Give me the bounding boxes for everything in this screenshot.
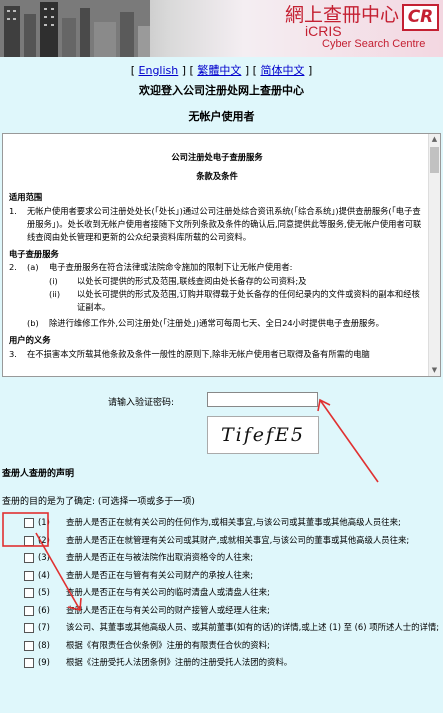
clause-2a: 2. (a) 电子查册服务在符合法律或法院命令施加的限制下让无帐户使用者:: [9, 262, 293, 273]
brand-chinese-title: 網上查冊中心: [284, 4, 399, 26]
language-switcher: [ English ] [ 繁體中文 ] [ 简体中文 ]: [0, 62, 443, 78]
terms-scroll-box[interactable]: 公司注册处电子查册服务 条款及条件 适用范围 1. 无帐户使用者要求公司注册处处…: [2, 133, 441, 377]
scope-title: 适用范围: [9, 192, 43, 203]
captcha-image: TifefE5: [207, 416, 319, 454]
clause-1: 1. 无帐户使用者要求公司注册处处长(「处长」)通过公司注册处综合资讯系统(「综…: [9, 205, 422, 243]
list-item: (4) 查册人是否正在与管有有关公司财产的承按人往来;: [0, 569, 443, 582]
checkbox-purpose-6[interactable]: [24, 605, 34, 616]
clause-3: 3. 在不损害本文所载其他条款及条件一般性的原则下,除非无帐户使用者已取得及备有…: [9, 348, 370, 359]
bracket-sep: ] [: [181, 64, 194, 77]
scroll-down-icon[interactable]: ▼: [429, 365, 440, 376]
page-title: 欢迎登入公司注册处网上查册中心: [139, 84, 304, 97]
clause-2a-ii: (ii) 以处长可提供的形式及范围,订购并取得载于处长备存的任何纪录内的文件或资…: [49, 288, 420, 313]
captcha-label: 请输入验证密码:: [108, 398, 175, 408]
service-title: 电子查册服务: [9, 249, 59, 260]
lang-english-link[interactable]: English: [139, 64, 179, 77]
terms-heading: 公司注册处电子查册服务: [171, 152, 263, 162]
lang-traditional-link[interactable]: 繁體中文: [197, 64, 241, 77]
checkbox-purpose-4[interactable]: [24, 570, 34, 581]
checkbox-purpose-5[interactable]: [24, 588, 34, 598]
list-item: (2) 查册人是否正在就管理有关公司或其财产,或就相关事宜,与该公司的董事或其他…: [0, 534, 443, 547]
captcha-input[interactable]: [207, 392, 318, 407]
terms-subheading: 条款及条件: [196, 171, 238, 182]
page-subtitle: 无帐户使用者: [188, 110, 255, 123]
list-item: (7) 该公司、其董事或其他高级人员、或其前董事(如有的话)的详情,或上述 (1…: [0, 621, 443, 634]
city-skyline-image: [0, 0, 150, 57]
brand-subtitle: Cyber Search Centre: [322, 38, 426, 50]
annotation-arrow-line: [319, 399, 379, 483]
lang-simplified-link[interactable]: 简体中文: [260, 64, 304, 77]
cr-logo: CR: [402, 4, 439, 31]
header-banner: 網上查冊中心 CR iCRIS Cyber Search Centre: [0, 0, 443, 57]
list-item: (8) 根据《有限责任合伙条例》注册的有限责任合伙的资料;: [0, 639, 443, 652]
checkbox-purpose-9[interactable]: [24, 658, 34, 668]
bracket-sep: ] [: [244, 64, 257, 77]
terms-content: 公司注册处电子查册服务 条款及条件 适用范围 1. 无帐户使用者要求公司注册处处…: [3, 134, 431, 361]
checkbox-purpose-1[interactable]: [24, 518, 34, 528]
list-item: (3) 查册人是否正在与被法院作出取消资格令的人往来;: [0, 551, 443, 564]
checkbox-purpose-3[interactable]: [24, 553, 34, 563]
annotation-arrow-head: [317, 398, 331, 412]
brand-icris: iCRIS: [305, 23, 342, 39]
list-item: (1) 查册人是否正在就有关公司的任何作为,或相关事宜,与该公司或其董事或其他高…: [0, 516, 443, 529]
clause-2b: (b) 除进行维修工作外,公司注册处(「注册处」)通常可每周七天、全日24小时提…: [27, 318, 384, 329]
bracket-open: [: [130, 64, 136, 77]
declaration-intro: 查册的目的是为了确定: (可选择一项或多于一项): [2, 497, 195, 507]
bracket-close: ]: [307, 64, 313, 77]
checkbox-purpose-7[interactable]: [24, 623, 34, 633]
checkbox-purpose-2[interactable]: [24, 535, 34, 546]
scroll-thumb[interactable]: [430, 147, 439, 173]
terms-scrollbar[interactable]: ▲ ▼: [428, 134, 440, 376]
scroll-up-icon[interactable]: ▲: [429, 134, 440, 145]
checkbox-purpose-8[interactable]: [24, 640, 34, 651]
duty-title: 用户的义务: [9, 335, 51, 346]
list-item: (6) 查册人是否正在与有关公司的财产接管人或经理人往来;: [0, 604, 443, 617]
list-item: (9) 根据《注册受托人法团条例》注册的注册受托人法团的资料。: [0, 656, 443, 669]
declaration-heading: 查册人查册的声明: [2, 469, 75, 479]
declaration-list: (1) 查册人是否正在就有关公司的任何作为,或相关事宜,与该公司或其董事或其他高…: [0, 516, 443, 674]
list-item: (5) 查册人是否正在与有关公司的临时清盘人或清盘人往来;: [0, 586, 443, 599]
clause-2a-i: (i) 以处长可提供的形式及范围,联线查阅由处长备存的公司资料;及: [49, 275, 307, 286]
